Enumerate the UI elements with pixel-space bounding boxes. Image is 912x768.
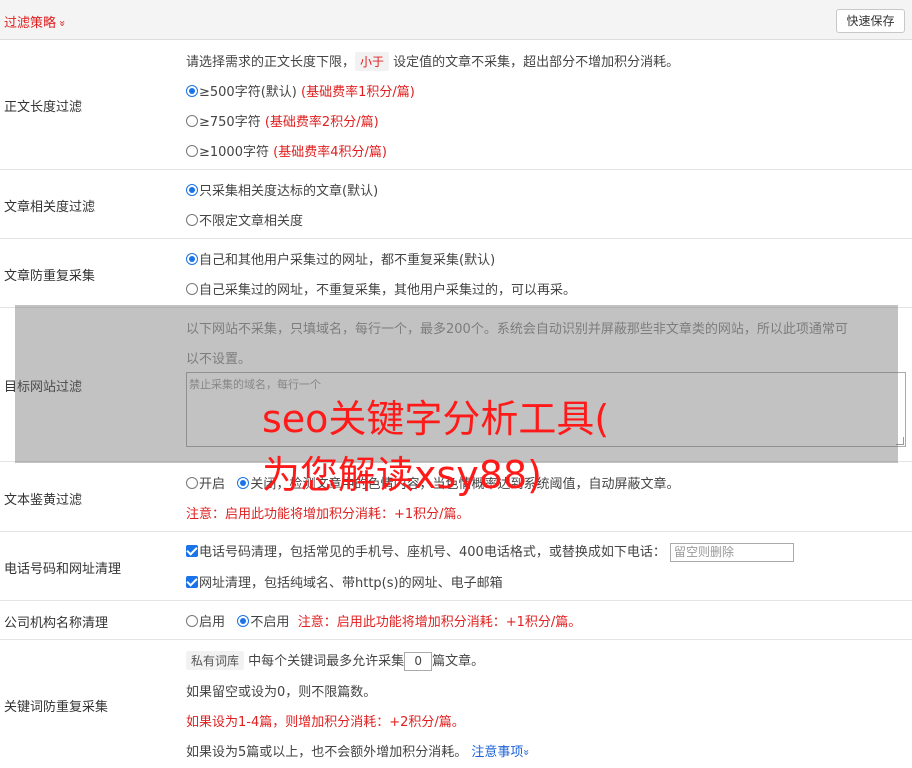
dup-option-all[interactable]: 自己和其他用户采集过的网址，都不重复采集(默认): [186, 249, 495, 268]
relevance-option-qualified[interactable]: 只采集相关度达标的文章(默认): [186, 180, 378, 199]
radio-icon[interactable]: [186, 145, 198, 157]
option-label: 自己采集过的网址，不重复采集，其他用户采集过的，可以再采。: [199, 283, 577, 298]
option-label: ≥500字符(默认): [199, 85, 297, 100]
header-title: 过滤策略: [4, 16, 57, 31]
radio-icon[interactable]: [186, 283, 198, 295]
yellow-option-on[interactable]: 开启: [186, 477, 225, 492]
length-option-750[interactable]: ≥750字符 (基础费率2积分/篇): [186, 111, 379, 130]
keyword-dup-line-2: 如果留空或设为0，则不限篇数。: [186, 685, 377, 700]
watermark-line-1: seo关键字分析工具(: [262, 397, 610, 441]
radio-selected-icon[interactable]: [237, 477, 250, 489]
keyword-dup-label: 关键词防重复采集: [4, 700, 109, 715]
length-filter-label: 正文长度过滤: [4, 100, 83, 115]
checkbox-checked-icon[interactable]: [186, 545, 198, 557]
option-note: (基础费率4积分/篇): [273, 145, 387, 160]
phone-clean-option[interactable]: 电话号码清理，包括常见的手机号、座机号、400电话格式，或替换成如下电话： 留空…: [186, 541, 794, 562]
length-filter-desc: 请选择需求的正文长度下限， 小于 设定值的文章不采集，超出部分不增加积分消耗。: [186, 51, 679, 71]
length-desc-prefix: 请选择需求的正文长度下限，: [186, 55, 356, 70]
url-clean-option[interactable]: 网址清理，包括纯域名、带http(s)的网址、电子邮箱: [186, 572, 503, 591]
length-desc-suffix: 设定值的文章不采集，超出部分不增加积分消耗。: [393, 55, 680, 70]
keyword-dup-line-4-text: 如果设为5篇或以上，也不会额外增加积分消耗。: [186, 745, 468, 760]
dup-filter-label: 文章防重复采集: [4, 269, 96, 284]
notes-link[interactable]: 注意事项»: [471, 745, 534, 760]
less-than-tag: 小于: [355, 52, 390, 71]
private-lexicon-tag[interactable]: 私有词库: [186, 651, 245, 670]
input-placeholder: 留空则删除: [673, 545, 734, 559]
chevron-down-icon: »: [520, 749, 534, 756]
radio-selected-icon[interactable]: [237, 615, 250, 627]
option-label: 不限定文章相关度: [199, 214, 304, 229]
length-option-500[interactable]: ≥500字符(默认) (基础费率1积分/篇): [186, 81, 415, 100]
radio-selected-icon[interactable]: [186, 85, 198, 97]
option-label: ≥1000字符: [199, 145, 269, 160]
radio-selected-icon[interactable]: [186, 184, 198, 196]
org-option-off[interactable]: 不启用: [237, 615, 289, 630]
option-note: (基础费率1积分/篇): [301, 85, 415, 100]
org-filter-options: 启用 不启用 注意：启用此功能将增加积分消耗：+1积分/篇。: [186, 611, 581, 630]
option-label: 启用: [199, 615, 226, 630]
org-filter-note: 注意：启用此功能将增加积分消耗：+1积分/篇。: [297, 615, 582, 630]
keyword-dup-line-3: 如果设为1-4篇，则增加积分消耗：+2积分/篇。: [186, 715, 465, 730]
option-label: 只采集相关度达标的文章(默认): [199, 184, 379, 199]
relevance-filter-row: 文章相关度过滤: [0, 170, 912, 239]
filter-strategy-toggle[interactable]: 过滤策略»: [4, 12, 69, 31]
checkbox-checked-icon[interactable]: [186, 576, 198, 588]
option-label: ≥750字符: [199, 115, 261, 130]
phone-filter-label: 电话号码和网址清理: [4, 562, 122, 577]
keyword-dup-line-1: 私有词库 中每个关键词最多允许采集 0 篇文章。: [186, 650, 484, 671]
length-option-1000[interactable]: ≥1000字符 (基础费率4积分/篇): [186, 141, 387, 160]
replacement-phone-input[interactable]: 留空则删除: [669, 543, 794, 562]
org-filter-label: 公司机构名称清理: [4, 616, 109, 631]
option-label: 开启: [199, 477, 226, 492]
quick-save-button[interactable]: 快速保存: [836, 9, 905, 33]
filter-strategy-header: 过滤策略» 快速保存: [0, 0, 912, 40]
notes-link-label: 注意事项: [471, 745, 524, 760]
url-clean-label: 网址清理，包括纯域名、带http(s)的网址、电子邮箱: [199, 576, 503, 591]
relevance-filter-label: 文章相关度过滤: [4, 200, 96, 215]
option-label: 自己和其他用户采集过的网址，都不重复采集(默认): [199, 253, 496, 268]
keyword-dup-text-before: 中每个关键词最多允许采集: [248, 654, 405, 669]
dup-option-self[interactable]: 自己采集过的网址，不重复采集，其他用户采集过的，可以再采。: [186, 279, 576, 298]
watermark-line-2: 为您解读xsy88): [262, 453, 542, 497]
radio-icon[interactable]: [186, 615, 198, 627]
radio-icon[interactable]: [186, 477, 198, 489]
phone-clean-label: 电话号码清理，包括常见的手机号、座机号、400电话格式，或替换成如下电话：: [199, 545, 666, 560]
keyword-dup-line-4: 如果设为5篇或以上，也不会额外增加积分消耗。 注意事项»: [186, 741, 534, 760]
relevance-option-unlimited[interactable]: 不限定文章相关度: [186, 210, 303, 229]
yellow-filter-label: 文本鉴黄过滤: [4, 493, 83, 508]
option-note: (基础费率2积分/篇): [264, 115, 379, 130]
chevron-down-icon: »: [55, 20, 69, 27]
keyword-dup-text-after: 篇文章。: [432, 654, 485, 669]
option-label: 不启用: [250, 615, 290, 630]
org-option-on[interactable]: 启用: [186, 615, 225, 630]
max-articles-input[interactable]: 0: [404, 652, 433, 671]
radio-selected-icon[interactable]: [186, 253, 198, 265]
yellow-filter-note: 注意：启用此功能将增加积分消耗：+1积分/篇。: [186, 507, 470, 522]
radio-icon[interactable]: [186, 214, 198, 226]
radio-icon[interactable]: [186, 115, 198, 127]
